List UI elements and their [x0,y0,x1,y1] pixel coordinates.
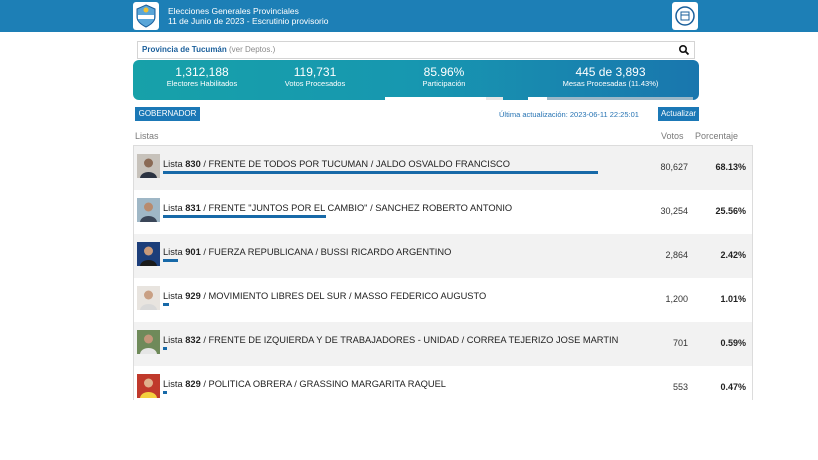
column-header-listas: Listas [135,131,159,141]
province-name: Provincia de Tucumán [142,45,227,54]
province-shield-icon [133,2,159,30]
search-icon[interactable] [678,44,690,56]
top-bar: Elecciones Generales Provinciales 11 de … [0,0,818,32]
mesas-value: 445 de 3,893 [575,65,646,79]
last-update-text: Última actualización: 2023-06-11 22:25:0… [499,110,639,119]
votes-count: 2,864 [665,250,688,260]
candidate-photo [137,198,160,222]
participacion-value: 85.96% [423,65,465,79]
list-description: Lista 929 / MOVIMIENTO LIBRES DEL SUR / … [163,291,487,301]
candidate-photo [137,242,160,266]
vote-percentage: 68.13% [715,162,746,172]
mesas-label: Mesas Procesadas (11.43%) [562,79,659,88]
list-description: Lista 829 / POLITICA OBRERA / GRASSINO M… [163,379,446,389]
page-title: Elecciones Generales Provinciales 11 de … [168,6,329,26]
candidate-photo [137,154,160,178]
column-header-votos: Votos [661,131,684,141]
participacion-progress [385,97,503,100]
candidate-photo [137,330,160,354]
vote-share-bar [163,171,598,174]
vote-percentage: 0.59% [720,338,746,348]
stat-mesas: 445 de 3,893 Mesas Procesadas (11.43%) [528,65,693,100]
votes-count: 553 [672,382,688,392]
candidate-photo [137,286,160,310]
stat-votos: 119,731 Votos Procesados [265,65,365,89]
vote-percentage: 1.01% [720,294,746,304]
vote-share-bar [163,259,178,262]
votes-count: 30,254 [660,206,688,216]
vote-share-bar [163,215,326,218]
participacion-progress-fill [385,97,487,100]
electores-value: 1,312,188 [175,65,229,79]
table-row[interactable]: Lista 830 / FRENTE DE TODOS POR TUCUMAN … [134,146,752,190]
table-row[interactable]: Lista 929 / MOVIMIENTO LIBRES DEL SUR / … [134,278,752,322]
table-row[interactable]: Lista 831 / FRENTE "JUNTOS POR EL CAMBIO… [134,190,752,234]
votes-count: 80,627 [660,162,688,172]
list-description: Lista 831 / FRENTE "JUNTOS POR EL CAMBIO… [163,203,513,213]
vote-percentage: 0.47% [720,382,746,392]
votos-label: Votos Procesados [284,79,346,88]
province-search-input[interactable]: Provincia de Tucumán (ver Deptos.) [137,41,695,59]
category-gobernador-button[interactable]: GOBERNADOR [135,107,200,121]
election-subtitle: 11 de Junio de 2023 - Escrutinio proviso… [168,16,329,26]
vote-share-bar [163,391,167,394]
list-description: Lista 830 / FRENTE DE TODOS POR TUCUMAN … [163,159,511,169]
votes-count: 701 [672,338,688,348]
electoral-board-logo-icon [672,2,698,30]
view-departments-link[interactable]: (ver Deptos.) [229,45,275,54]
table-row[interactable]: Lista 829 / POLITICA OBRERA / GRASSINO M… [134,366,752,400]
vote-share-bar [163,347,167,350]
vote-share-bar [163,303,169,306]
votos-value: 119,731 [293,65,337,79]
vote-percentage: 2.42% [720,250,746,260]
stat-electores: 1,312,188 Electores Habilitados [147,65,257,89]
mesas-progress [528,97,693,100]
list-description: Lista 832 / FRENTE DE IZQUIERDA Y DE TRA… [163,335,619,345]
results-table: Lista 830 / FRENTE DE TODOS POR TUCUMAN … [133,145,753,400]
list-description: Lista 901 / FUERZA REPUBLICANA / BUSSI R… [163,247,452,257]
vote-percentage: 25.56% [715,206,746,216]
stat-participacion: 85.96% Participación [385,65,503,100]
table-row[interactable]: Lista 901 / FUERZA REPUBLICANA / BUSSI R… [134,234,752,278]
election-title: Elecciones Generales Provinciales [168,6,299,16]
table-row[interactable]: Lista 832 / FRENTE DE IZQUIERDA Y DE TRA… [134,322,752,366]
votes-count: 1,200 [665,294,688,304]
column-header-porcentaje: Porcentaje [695,131,739,141]
electores-label: Electores Habilitados [166,79,238,88]
refresh-button[interactable]: Actualizar [658,107,699,121]
participacion-label: Participación [422,79,466,88]
mesas-progress-fill [528,97,547,100]
candidate-photo [137,374,160,398]
stats-banner: 1,312,188 Electores Habilitados 119,731 … [133,60,699,100]
